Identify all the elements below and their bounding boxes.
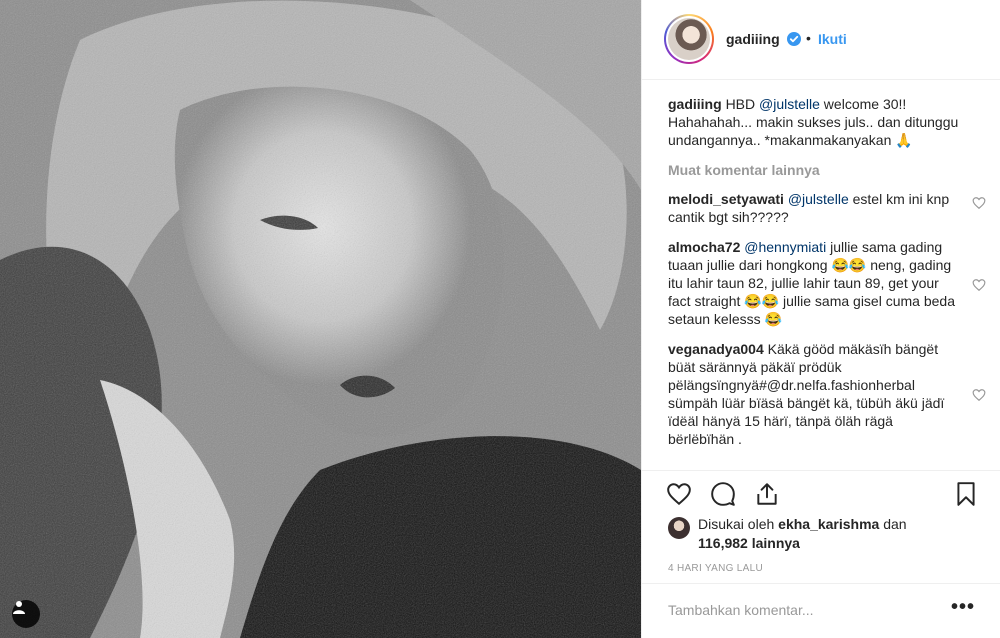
post-side-panel: gadiiing • Ikuti gadiiing HBD @julstelle… bbox=[641, 0, 1000, 638]
comment-mention[interactable]: @julstelle bbox=[788, 191, 849, 207]
likes-summary: Disukai oleh ekha_karishma dan 116,982 l… bbox=[698, 515, 958, 553]
likes-middle: dan bbox=[879, 516, 907, 532]
more-options-button[interactable]: ••• bbox=[951, 596, 975, 619]
likes-avatar[interactable] bbox=[668, 517, 690, 539]
add-comment-input[interactable] bbox=[668, 602, 938, 618]
verified-icon bbox=[787, 32, 801, 46]
small-heart-icon[interactable] bbox=[972, 388, 986, 402]
header-username[interactable]: gadiiing bbox=[726, 31, 780, 47]
comment-item: melodi_setyawati @julstelle estel km ini… bbox=[668, 190, 986, 226]
comments-list: gadiiing HBD @julstelle welcome 30!! Hah… bbox=[668, 95, 986, 460]
like-icon[interactable] bbox=[666, 481, 692, 507]
comment-item: veganadya004 Käkä gööd mäkäsïh bängët bü… bbox=[668, 340, 986, 448]
save-icon[interactable] bbox=[953, 481, 979, 507]
load-more-comments-button[interactable]: Muat komentar lainnya bbox=[668, 161, 986, 179]
comment-item: almocha72 @hennymiati jullie sama gading… bbox=[668, 238, 986, 328]
follow-button[interactable]: Ikuti bbox=[818, 31, 847, 47]
post-header: gadiiing • Ikuti bbox=[642, 0, 1000, 80]
caption-text-pre: HBD bbox=[725, 96, 760, 112]
comment-username[interactable]: veganadya004 bbox=[668, 341, 764, 357]
user-tag-icon[interactable] bbox=[12, 600, 40, 628]
small-heart-icon[interactable] bbox=[972, 196, 986, 210]
likes-user[interactable]: ekha_karishma bbox=[778, 516, 879, 532]
profile-avatar[interactable] bbox=[664, 14, 714, 64]
comment-username[interactable]: melodi_setyawati bbox=[668, 191, 784, 207]
post-timestamp[interactable]: 4 HARI YANG LALU bbox=[668, 563, 763, 574]
comment-icon[interactable] bbox=[710, 481, 736, 507]
comment-mention[interactable]: @hennymiati bbox=[744, 239, 826, 255]
add-comment-bar: ••• bbox=[642, 583, 1000, 638]
likes-prefix: Disukai oleh bbox=[698, 516, 779, 532]
small-heart-icon[interactable] bbox=[972, 278, 986, 292]
photo-artwork bbox=[0, 0, 641, 638]
caption-mention[interactable]: @julstelle bbox=[759, 96, 820, 112]
post-photo[interactable] bbox=[0, 0, 641, 638]
header-separator: • bbox=[806, 30, 811, 46]
likes-count[interactable]: 116,982 lainnya bbox=[698, 535, 800, 551]
caption-username[interactable]: gadiiing bbox=[668, 96, 722, 112]
share-icon[interactable] bbox=[754, 481, 780, 507]
caption: gadiiing HBD @julstelle welcome 30!! Hah… bbox=[668, 95, 986, 149]
comment-username[interactable]: almocha72 bbox=[668, 239, 740, 255]
